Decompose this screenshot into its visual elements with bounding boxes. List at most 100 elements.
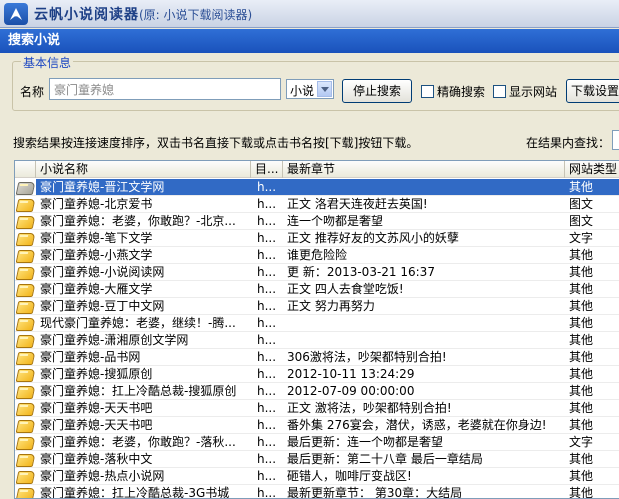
row-type: 其他 bbox=[569, 367, 594, 381]
table-row[interactable]: 豪门童养媳-大雁文学 h... 正文 四人去食堂吃饭! 其他 bbox=[15, 281, 619, 298]
column-header-name[interactable]: 小说名称 bbox=[36, 161, 251, 178]
results-table[interactable]: 小说名称 目... 最新章节 网站类型 豪门童养媳-晋江文学网 h... 其他 豪门童… bbox=[14, 160, 619, 499]
row-name[interactable]: 豪门童养媳-小燕文学 bbox=[36, 247, 251, 263]
row-dir: h... bbox=[257, 265, 277, 279]
row-dir: h... bbox=[257, 282, 277, 296]
row-dir: h... bbox=[257, 401, 277, 415]
table-row[interactable]: 豪门童养媳-天天书吧 h... 正文 激将法，吵架都特别合拍! 其他 bbox=[15, 400, 619, 417]
row-name[interactable]: 豪门童养媳-晋江文学网 bbox=[36, 179, 251, 195]
row-name[interactable]: 豪门童养媳-热点小说网 bbox=[36, 468, 251, 484]
row-name[interactable]: 豪门童养媳：老婆，你敢跑？-落秋... bbox=[36, 434, 251, 450]
row-dir: h... bbox=[257, 214, 277, 228]
row-icon-cell bbox=[15, 179, 36, 195]
row-name[interactable]: 豪门童养媳-天天书吧 bbox=[36, 400, 251, 416]
column-header-type[interactable]: 网站类型 bbox=[565, 161, 619, 178]
row-name[interactable]: 豪门童养媳-潇湘原创文学网 bbox=[36, 332, 251, 348]
table-row[interactable]: 豪门童养媳-落秋中文 h... 最后更新：第二十八章 最后一章结局 其他 bbox=[15, 451, 619, 468]
in-results-input[interactable] bbox=[612, 130, 619, 150]
search-hint: 搜索结果按连接速度排序，双击书名直接下载或点击书名按[下载]按钮下载。 bbox=[13, 136, 419, 150]
type-select[interactable]: 小说 bbox=[286, 79, 334, 99]
row-icon-cell bbox=[15, 434, 36, 450]
row-type: 文字 bbox=[569, 435, 594, 449]
book-icon bbox=[17, 402, 33, 415]
row-name[interactable]: 豪门童养媳-小说阅读网 bbox=[36, 264, 251, 280]
type-select-value: 小说 bbox=[290, 84, 315, 98]
row-name[interactable]: 豪门童养媳-北京爱书 bbox=[36, 196, 251, 212]
table-row[interactable]: 豪门童养媳-搜狐原创 h... 2012-10-11 13:24:29 其他 bbox=[15, 366, 619, 383]
row-name[interactable]: 豪门童养媳-天天书吧 bbox=[36, 417, 251, 433]
row-dir: h... bbox=[257, 248, 277, 262]
table-row[interactable]: 豪门童养媳-豆丁中文网 h... 正文 努力再努力 其他 bbox=[15, 298, 619, 315]
exact-search-checkbox[interactable]: 精确搜索 bbox=[421, 83, 485, 100]
row-latest: 正文 四人去食堂吃饭! bbox=[287, 282, 404, 296]
row-name[interactable]: 豪门童养媳-大雁文学 bbox=[36, 281, 251, 297]
row-icon-cell bbox=[15, 315, 36, 331]
row-icon-cell bbox=[15, 417, 36, 433]
row-icon-cell bbox=[15, 366, 36, 382]
table-row[interactable]: 豪门童养媳-北京爱书 h... 正文 洛君天连夜赶去英国! 图文 bbox=[15, 196, 619, 213]
row-name[interactable]: 豪门童养媳：扛上冷酷总裁-搜狐原创 bbox=[36, 383, 251, 399]
table-row[interactable]: 豪门童养媳-天天书吧 h... 番外集 276宴会，潜伏，诱惑，老婆就在你身边! 其他 bbox=[15, 417, 619, 434]
row-icon-cell bbox=[15, 451, 36, 467]
row-latest: 正文 推荐好友的文苏风小的妖孽 bbox=[287, 231, 459, 245]
table-row[interactable]: 豪门童养媳-晋江文学网 h... 其他 bbox=[15, 179, 619, 196]
row-name[interactable]: 豪门童养媳：扛上冷酷总裁-3G书城 bbox=[36, 485, 251, 498]
row-dir: h... bbox=[257, 350, 277, 364]
row-type: 其他 bbox=[569, 469, 594, 483]
table-row[interactable]: 豪门童养媳：老婆，你敢跑？-北京... h... 连一个吻都是奢望 图文 bbox=[15, 213, 619, 230]
book-icon bbox=[17, 487, 33, 498]
table-row[interactable]: 豪门童养媳-小燕文学 h... 谁更危险险 其他 bbox=[15, 247, 619, 264]
table-row[interactable]: 豪门童养媳-热点小说网 h... 砸错人，咖啡厅变战区! 其他 bbox=[15, 468, 619, 485]
row-dir: h... bbox=[257, 299, 277, 313]
column-header-icon[interactable] bbox=[15, 161, 36, 178]
table-row[interactable]: 豪门童养媳-笔下文学 h... 正文 推荐好友的文苏风小的妖孽 文字 bbox=[15, 230, 619, 247]
table-row[interactable]: 豪门童养媳：扛上冷酷总裁-3G书城 h... 最新更新章节： 第30章：大结局 其他 bbox=[15, 485, 619, 498]
row-name[interactable]: 豪门童养媳：老婆，你敢跑？-北京... bbox=[36, 213, 251, 229]
row-name[interactable]: 豪门童养媳-品书网 bbox=[36, 349, 251, 365]
search-input[interactable] bbox=[49, 78, 281, 100]
dialog-title: 搜索小说 bbox=[0, 29, 619, 53]
row-dir: h... bbox=[257, 197, 277, 211]
row-latest: 306激将法，吵架都特别合拍! bbox=[287, 350, 447, 364]
in-results-label: 在结果内查找： bbox=[526, 136, 611, 150]
checkbox-box[interactable] bbox=[493, 85, 506, 98]
row-name[interactable]: 现代豪门童养媳：老婆，继续！-腾... bbox=[36, 315, 251, 331]
book-icon bbox=[17, 385, 33, 398]
row-icon-cell bbox=[15, 332, 36, 348]
table-row[interactable]: 豪门童养媳-小说阅读网 h... 更 新：2013-03-21 16:37 其他 bbox=[15, 264, 619, 281]
column-header-latest[interactable]: 最新章节 bbox=[283, 161, 565, 178]
checkbox-box[interactable] bbox=[421, 85, 434, 98]
search-panel: 基本信息 名称 小说 停止搜索 精确搜索 显示网站 下载设置 搜索结果按连接速度… bbox=[0, 53, 619, 499]
app-title: 云帆小说阅读器(原: 小说下载阅读器) bbox=[34, 7, 253, 23]
row-name[interactable]: 豪门童养媳-笔下文学 bbox=[36, 230, 251, 246]
row-dir: h... bbox=[257, 469, 277, 483]
table-row[interactable]: 豪门童养媳：扛上冷酷总裁-搜狐原创 h... 2012-07-09 00:00:00… bbox=[15, 383, 619, 400]
table-row[interactable]: 豪门童养媳：老婆，你敢跑？-落秋... h... 最后更新：连一个吻都是奢望 文字 bbox=[15, 434, 619, 451]
row-name[interactable]: 豪门童养媳-豆丁中文网 bbox=[36, 298, 251, 314]
row-name[interactable]: 豪门童养媳-搜狐原创 bbox=[36, 366, 251, 382]
chevron-down-icon[interactable] bbox=[317, 81, 332, 97]
table-header: 小说名称 目... 最新章节 网站类型 bbox=[15, 161, 619, 178]
row-latest: 最后更新：第二十八章 最后一章结局 bbox=[287, 452, 483, 466]
table-row[interactable]: 豪门童养媳-潇湘原创文学网 h... 其他 bbox=[15, 332, 619, 349]
download-settings-button[interactable]: 下载设置 bbox=[566, 79, 619, 103]
row-latest: 2012-07-09 00:00:00 bbox=[287, 384, 415, 398]
row-latest: 正文 激将法，吵架都特别合拍! bbox=[287, 401, 452, 415]
column-header-dir[interactable]: 目... bbox=[251, 161, 283, 178]
book-icon bbox=[17, 266, 33, 279]
row-type: 文字 bbox=[569, 231, 594, 245]
row-dir: h... bbox=[257, 333, 277, 347]
row-latest bbox=[283, 315, 565, 331]
table-row[interactable]: 豪门童养媳-品书网 h... 306激将法，吵架都特别合拍! 其他 bbox=[15, 349, 619, 366]
row-dir: h... bbox=[257, 231, 277, 245]
stop-search-button[interactable]: 停止搜索 bbox=[342, 79, 412, 103]
row-name[interactable]: 豪门童养媳-落秋中文 bbox=[36, 451, 251, 467]
book-icon bbox=[17, 436, 33, 449]
row-type: 其他 bbox=[569, 384, 594, 398]
book-icon bbox=[17, 249, 33, 262]
show-site-label: 显示网站 bbox=[509, 85, 558, 99]
row-dir: h... bbox=[257, 418, 277, 432]
show-site-checkbox[interactable]: 显示网站 bbox=[493, 83, 557, 100]
table-row[interactable]: 现代豪门童养媳：老婆，继续！-腾... h... 其他 bbox=[15, 315, 619, 332]
row-icon-cell bbox=[15, 298, 36, 314]
